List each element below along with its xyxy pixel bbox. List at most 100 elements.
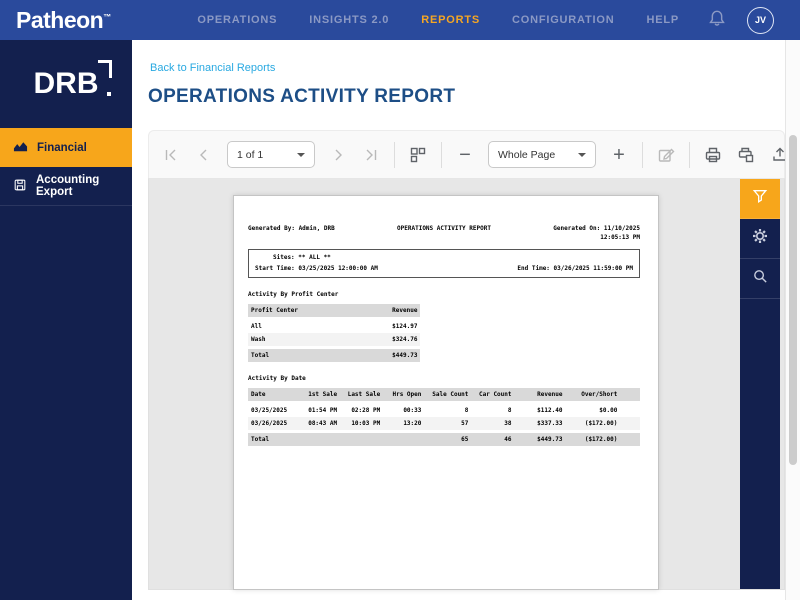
nav-item-operations[interactable]: OPERATIONS xyxy=(197,14,277,26)
table-cell: $449.73 xyxy=(392,351,418,359)
back-to-financial-reports-link[interactable]: Back to Financial Reports xyxy=(150,62,275,74)
scrollbar-thumb[interactable] xyxy=(789,135,797,465)
page-selector-dropdown[interactable]: 1 of 1 xyxy=(227,141,315,168)
chevron-down-icon xyxy=(578,152,586,157)
report-side-rail xyxy=(740,179,780,589)
table-cell: 46 xyxy=(504,435,512,443)
toolbar-separator xyxy=(394,141,395,168)
table-cell: 01:54 PM xyxy=(308,406,338,414)
app-window: Patheon™ OPERATIONS INSIGHTS 2.0 REPORTS… xyxy=(0,0,800,600)
table-cell: ($172.00) xyxy=(584,419,618,427)
report-title: OPERATIONS ACTIVITY REPORT xyxy=(397,225,491,232)
page-title: OPERATIONS ACTIVITY REPORT xyxy=(148,86,456,107)
chevron-down-icon xyxy=(297,152,305,157)
table-cell: Total xyxy=(251,351,270,359)
table-cell: 38 xyxy=(504,419,512,427)
report-criteria-box: Sites: ** ALL ** Start Time: 03/25/2025 … xyxy=(248,249,640,278)
table-total-row: Total $449.73 xyxy=(248,349,421,362)
table-cell: $0.00 xyxy=(599,406,618,414)
table-cell: 08:43 AM xyxy=(308,419,338,427)
sidebar-item-accounting-export[interactable]: Accounting Export xyxy=(0,167,132,206)
table-cell: $324.76 xyxy=(392,335,418,343)
print-all-pages-button[interactable] xyxy=(736,145,756,165)
sidebar-item-label: Financial xyxy=(37,141,87,154)
table-cell: Profit Center xyxy=(251,306,298,314)
sidebar-item-financial[interactable]: Financial xyxy=(0,128,132,167)
toolbar-separator xyxy=(642,141,643,168)
filter-icon xyxy=(752,188,768,209)
table-cell: Last Sale xyxy=(347,390,381,398)
last-page-button[interactable] xyxy=(361,145,381,165)
nav-item-insights[interactable]: INSIGHTS 2.0 xyxy=(309,14,389,26)
filter-button[interactable] xyxy=(740,179,780,219)
table-header-row: Date 1st Sale Last Sale Hrs Open Sale Count C… xyxy=(248,388,640,401)
drb-logo-bracket xyxy=(97,60,112,78)
table-cell xyxy=(340,436,383,444)
financial-chart-icon xyxy=(13,139,28,157)
table-cell: Revenue xyxy=(537,390,563,398)
top-nav-menu: OPERATIONS INSIGHTS 2.0 REPORTS CONFIGUR… xyxy=(197,14,679,26)
previous-page-button[interactable] xyxy=(194,145,214,165)
table-cell: Total xyxy=(251,435,270,443)
first-page-button[interactable] xyxy=(161,145,181,165)
table-cell: Car Count xyxy=(479,390,512,398)
edit-report-button[interactable] xyxy=(656,145,676,165)
toolbar-separator xyxy=(441,141,442,168)
table-cell: $124.97 xyxy=(392,322,418,330)
date-section-title: Activity By Date xyxy=(248,375,306,382)
table-cell: 8 xyxy=(464,406,469,414)
nav-item-configuration[interactable]: CONFIGURATION xyxy=(512,14,614,26)
table-cell: 10:03 PM xyxy=(351,419,381,427)
page-layout-button[interactable] xyxy=(408,145,428,165)
accounting-export-icon xyxy=(13,178,27,195)
table-cell: 02:28 PM xyxy=(351,406,381,414)
table-cell: $112.40 xyxy=(537,406,563,414)
table-cell: 03/25/2025 xyxy=(251,406,288,414)
table-cell: $449.73 xyxy=(537,435,563,443)
sidebar-item-label: Accounting Export xyxy=(36,174,100,198)
table-cell: ($172.00) xyxy=(584,435,618,443)
zoom-level-value: Whole Page xyxy=(498,148,556,161)
table-cell: 8 xyxy=(507,406,512,414)
viewer-toolbar: 1 of 1 − Whole Page + xyxy=(148,130,798,178)
print-button[interactable] xyxy=(703,145,723,165)
table-cell: Date xyxy=(251,390,266,398)
rail-search-button[interactable] xyxy=(740,259,780,299)
table-cell: 13:20 xyxy=(403,419,422,427)
trademark-symbol: ™ xyxy=(103,11,111,21)
next-page-button[interactable] xyxy=(328,145,348,165)
report-viewer: 1 of 1 − Whole Page + Generated By: Admi… xyxy=(148,130,798,590)
drb-logo-dot xyxy=(106,92,111,96)
table-cell: $337.33 xyxy=(537,419,563,427)
top-nav: Patheon™ OPERATIONS INSIGHTS 2.0 REPORTS… xyxy=(0,0,800,40)
table-cell: Over/Short xyxy=(581,390,618,398)
table-cell: Wash xyxy=(251,335,266,343)
table-cell: Sale Count xyxy=(432,390,469,398)
table-cell: 03/26/2025 xyxy=(251,419,288,427)
patheon-logo: Patheon™ xyxy=(16,6,111,33)
zoom-in-button[interactable]: + xyxy=(609,145,629,165)
table-cell: 57 xyxy=(461,419,469,427)
notifications-button[interactable] xyxy=(707,8,727,33)
table-cell: Hrs Open xyxy=(392,390,422,398)
activity-by-date-table: Date 1st Sale Last Sale Hrs Open Sale Count C… xyxy=(248,388,640,446)
sites-line: Sites: ** ALL ** xyxy=(273,254,331,261)
profit-center-table: Profit Center Revenue All $124.97 Wash $324.7… xyxy=(248,304,421,362)
sidebar: DRB Financial Accounting Export xyxy=(0,40,132,600)
table-total-row: Total 65 46 $449.73 ($172.00) xyxy=(248,433,640,446)
table-row: 03/26/2025 08:43 AM 10:03 PM 13:20 57 38 $337.… xyxy=(248,417,640,430)
zoom-level-dropdown[interactable]: Whole Page xyxy=(488,141,596,168)
zoom-out-button[interactable]: − xyxy=(455,145,475,165)
table-row: 03/25/2025 01:54 PM 02:28 PM 00:33 8 8 $112.40… xyxy=(248,404,640,417)
report-content: Generated By: Admin, DRB OPERATIONS ACTI… xyxy=(234,196,658,589)
user-avatar[interactable]: JV xyxy=(747,6,774,34)
nav-item-help[interactable]: HELP xyxy=(646,14,679,26)
bell-icon xyxy=(707,8,727,33)
drb-logo: DRB xyxy=(0,40,132,128)
settings-button[interactable] xyxy=(740,219,780,259)
toolbar-separator xyxy=(689,141,690,168)
gear-icon xyxy=(751,227,769,250)
table-cell: All xyxy=(251,322,262,330)
table-cell: 1st Sale xyxy=(308,390,338,398)
nav-item-reports[interactable]: REPORTS xyxy=(421,14,480,26)
